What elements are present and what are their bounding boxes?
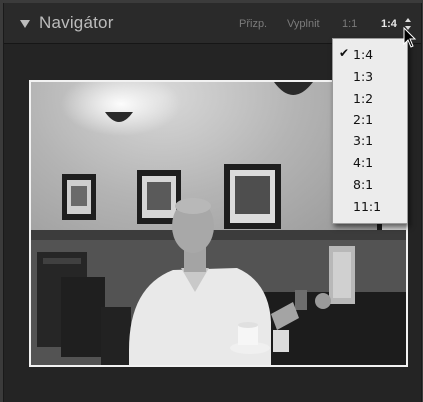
zoom-1-1-option[interactable]: 1:1 [342,18,357,30]
triangle-down-icon[interactable] [20,20,30,28]
zoom-fit-option[interactable]: Přizp. [239,18,267,30]
navigator-header[interactable]: Navigátor Přizp. Vyplnit 1:1 1:4 [4,3,421,43]
menu-item-1-2[interactable]: 1:2 [333,89,407,107]
menu-item-1-3[interactable]: 1:3 [333,67,407,85]
menu-item-3-1[interactable]: 3:1 [333,131,407,149]
menu-item-4-1[interactable]: 4:1 [333,153,407,171]
menu-item-8-1[interactable]: 8:1 [333,175,407,193]
menu-item-11-1[interactable]: 11:1 [333,197,407,215]
menu-item-2-1[interactable]: 2:1 [333,110,407,128]
mouse-pointer-icon [403,27,417,48]
zoom-current-option[interactable]: 1:4 [381,18,397,30]
zoom-fill-option[interactable]: Vyplnit [287,18,320,30]
menu-item-1-4[interactable]: ✔ 1:4 [333,45,407,63]
zoom-dropdown-menu: ✔ 1:4 1:3 1:2 2:1 3:1 4:1 8:1 11:1 [332,38,408,224]
panel-title: Navigátor [39,13,114,32]
checkmark-icon: ✔ [339,46,350,60]
